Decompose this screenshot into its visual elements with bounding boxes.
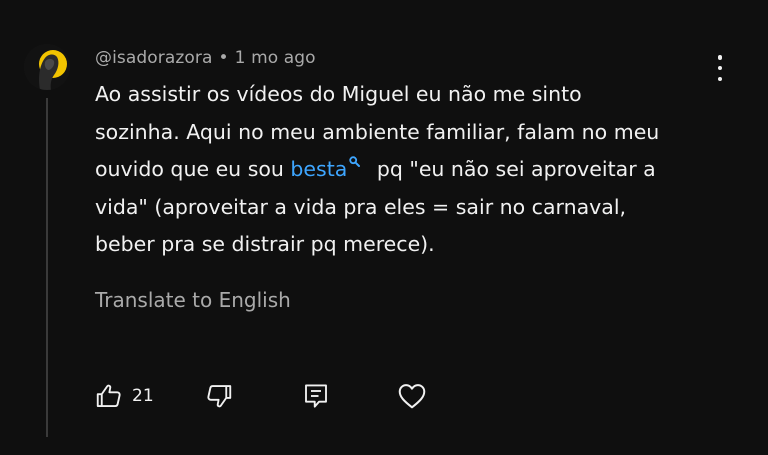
menu-dot	[717, 76, 723, 81]
like-count: 21	[132, 386, 154, 406]
comment-text: Ao assistir os vídeos do Miguel eu não m…	[95, 76, 715, 264]
header-separator: •	[218, 48, 229, 68]
comment-line: vida" (aproveitar a vida pra eles = sair…	[95, 194, 627, 219]
avatar-image	[24, 44, 70, 90]
author-name[interactable]: @isadorazora	[95, 48, 213, 68]
comment-line-segment: pq "eu não sei aproveitar a	[370, 157, 656, 181]
translate-button[interactable]: Translate to English	[95, 288, 291, 312]
heart-button[interactable]	[396, 378, 428, 414]
comment-header: @isadorazora • 1 mo ago	[95, 48, 316, 68]
like-button[interactable]: 21	[94, 378, 154, 414]
comment-line: ouvido que eu sou besta pq "eu não sei a…	[95, 151, 715, 189]
thumb-up-icon	[96, 384, 121, 407]
reply-button[interactable]	[301, 378, 331, 414]
comment-line: beber pra se distrair pq merece).	[95, 232, 435, 256]
thumb-down-icon	[207, 385, 232, 408]
comment-line: Ao assistir os vídeos do Miguel eu não m…	[95, 82, 582, 106]
menu-dot	[717, 65, 723, 71]
search-link[interactable]: besta	[290, 157, 347, 181]
comment-icon	[305, 384, 327, 408]
avatar[interactable]	[24, 44, 70, 90]
search-icon[interactable]	[349, 156, 361, 167]
dislike-button[interactable]	[204, 378, 234, 414]
comment-line-segment: ouvido que eu sou	[95, 157, 291, 181]
timestamp[interactable]: 1 mo ago	[235, 48, 316, 68]
comment-line: sozinha. Aqui no meu ambiente familiar, …	[95, 119, 660, 144]
menu-dot	[717, 55, 723, 60]
heart-icon	[398, 384, 426, 409]
thread-line	[46, 98, 48, 437]
